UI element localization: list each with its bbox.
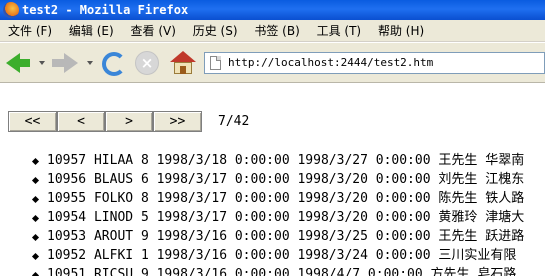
- customer-id: BLAUS: [93, 172, 134, 187]
- employee-id: 1: [140, 248, 149, 263]
- required-date: 1998/3/25 0:00:00: [297, 229, 431, 244]
- required-date: 1998/3/20 0:00:00: [297, 210, 431, 225]
- address: 华翠南: [485, 153, 525, 168]
- order-date: 1998/3/17 0:00:00: [156, 172, 290, 187]
- employee-id: 9: [140, 229, 149, 244]
- order-id: 10952: [47, 248, 87, 263]
- menu-tools[interactable]: 工具 (T): [317, 20, 362, 42]
- stop-icon[interactable]: ×: [134, 50, 160, 76]
- navigation-toolbar: ×: [0, 43, 545, 83]
- order-date: 1998/3/16 0:00:00: [156, 248, 290, 263]
- customer-id: FOLKO: [93, 191, 134, 206]
- first-page-button[interactable]: <<: [8, 111, 57, 132]
- url-input[interactable]: [228, 53, 538, 73]
- list-item: 10952 ALFKI 1 1998/3/16 0:00:00 1998/3/2…: [28, 246, 524, 265]
- contact-name: 王先生: [438, 153, 478, 168]
- customer-id: RICSU: [93, 267, 134, 276]
- menu-file[interactable]: 文件 (F): [8, 20, 52, 42]
- address: 跃进路: [485, 229, 525, 244]
- order-id: 10951: [47, 267, 87, 276]
- contact-name: 黄雅玲: [438, 210, 478, 225]
- prev-page-button[interactable]: <: [57, 111, 105, 132]
- back-arrow-icon[interactable]: [4, 50, 30, 76]
- customer-id: AROUT: [93, 229, 134, 244]
- customer-id: HILAA: [93, 153, 134, 168]
- employee-id: 5: [140, 210, 149, 225]
- contact-name: 王先生: [438, 229, 478, 244]
- list-item: 10954 LINOD 5 1998/3/17 0:00:00 1998/3/2…: [28, 208, 524, 227]
- menu-view[interactable]: 查看 (V): [131, 20, 176, 42]
- employee-id: 8: [140, 191, 149, 206]
- page-icon: [210, 56, 221, 70]
- back-dropdown-icon[interactable]: [39, 61, 45, 65]
- contact-name: 刘先生: [438, 172, 478, 187]
- window-title: test2 - Mozilla Firefox: [22, 3, 189, 17]
- employee-id: 8: [140, 153, 149, 168]
- list-item: 10951 RICSU 9 1998/3/16 0:00:00 1998/4/7…: [28, 265, 524, 276]
- order-id: 10955: [47, 191, 87, 206]
- last-page-button[interactable]: >>: [153, 111, 202, 132]
- forward-arrow-icon[interactable]: [52, 50, 78, 76]
- address: 津塘大: [485, 210, 525, 225]
- list-item: 10956 BLAUS 6 1998/3/17 0:00:00 1998/3/2…: [28, 170, 524, 189]
- address-bar[interactable]: [204, 52, 545, 74]
- order-date: 1998/3/16 0:00:00: [156, 267, 290, 276]
- customer-id: LINOD: [93, 210, 134, 225]
- address: 皂石路: [477, 267, 517, 276]
- page-indicator: 7/42: [218, 114, 250, 129]
- forward-dropdown-icon[interactable]: [87, 61, 93, 65]
- required-date: 1998/3/27 0:00:00: [297, 153, 431, 168]
- contact-name: 陈先生: [438, 191, 478, 206]
- menu-history[interactable]: 历史 (S): [193, 20, 238, 42]
- order-date: 1998/3/18 0:00:00: [156, 153, 290, 168]
- list-item: 10955 FOLKO 8 1998/3/17 0:00:00 1998/3/2…: [28, 189, 524, 208]
- order-date: 1998/3/17 0:00:00: [156, 210, 290, 225]
- customer-id: ALFKI: [93, 248, 134, 263]
- required-date: 1998/3/20 0:00:00: [297, 191, 431, 206]
- order-date: 1998/3/17 0:00:00: [156, 191, 290, 206]
- menu-bar: 文件 (F) 编辑 (E) 查看 (V) 历史 (S) 书签 (B) 工具 (T…: [0, 20, 545, 42]
- window-titlebar: test2 - Mozilla Firefox: [0, 0, 545, 20]
- reload-icon[interactable]: [100, 50, 126, 76]
- address: 铁人路: [485, 191, 525, 206]
- order-id: 10954: [47, 210, 87, 225]
- firefox-logo-icon: [3, 2, 19, 18]
- order-id: 10953: [47, 229, 87, 244]
- next-page-button[interactable]: >: [105, 111, 153, 132]
- required-date: 1998/3/24 0:00:00: [297, 248, 431, 263]
- order-list: 10957 HILAA 8 1998/3/18 0:00:00 1998/3/2…: [28, 151, 524, 276]
- employee-id: 6: [140, 172, 149, 187]
- required-date: 1998/3/20 0:00:00: [297, 172, 431, 187]
- menu-bookmarks[interactable]: 书签 (B): [254, 20, 299, 42]
- required-date: 1998/4/7 0:00:00: [297, 267, 423, 276]
- page-content: << < > >> 7/42 10957 HILAA 8 1998/3/18 0…: [0, 84, 545, 276]
- list-item: 10957 HILAA 8 1998/3/18 0:00:00 1998/3/2…: [28, 151, 524, 170]
- employee-id: 9: [140, 267, 149, 276]
- order-date: 1998/3/16 0:00:00: [156, 229, 290, 244]
- contact-name: 方先生: [430, 267, 470, 276]
- contact-name: 三川实业有限: [438, 248, 517, 263]
- home-icon[interactable]: [170, 50, 196, 76]
- order-id: 10957: [47, 153, 87, 168]
- address: 江槐东: [485, 172, 525, 187]
- menu-edit[interactable]: 编辑 (E): [69, 20, 114, 42]
- order-id: 10956: [47, 172, 87, 187]
- list-item: 10953 AROUT 9 1998/3/16 0:00:00 1998/3/2…: [28, 227, 524, 246]
- menu-help[interactable]: 帮助 (H): [378, 20, 424, 42]
- stop-glyph: ×: [135, 51, 159, 75]
